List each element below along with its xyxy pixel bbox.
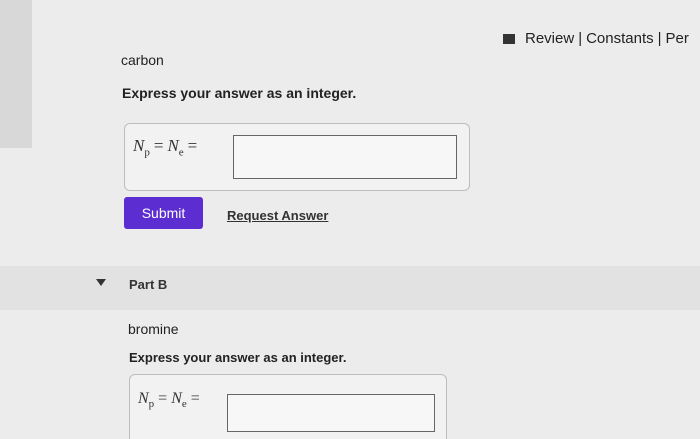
part-b-title[interactable]: Part B — [129, 277, 167, 292]
left-panel-edge — [0, 0, 32, 148]
part-b-answer-input[interactable] — [227, 394, 435, 432]
separator: | — [578, 30, 583, 47]
part-b-prompt: Express your answer as an integer. — [129, 350, 347, 365]
part-a-equation: Np = Ne = — [133, 136, 198, 159]
review-link[interactable]: Review — [525, 30, 574, 47]
constants-link[interactable]: Constants — [586, 30, 654, 47]
caret-down-icon[interactable] — [96, 279, 106, 286]
part-b-element: bromine — [128, 321, 179, 337]
header-links: Review | Constants | Per — [503, 30, 689, 47]
submit-button[interactable]: Submit — [124, 197, 203, 229]
request-answer-link[interactable]: Request Answer — [227, 208, 328, 223]
part-b-equation: Np = Ne = — [138, 390, 200, 411]
book-icon — [503, 34, 515, 45]
part-a-element: carbon — [121, 52, 164, 68]
separator: | — [657, 30, 662, 47]
part-a-answer-box: Np = Ne = — [124, 123, 470, 191]
part-a-prompt: Express your answer as an integer. — [122, 85, 357, 101]
part-b-answer-box: Np = Ne = — [129, 374, 447, 439]
part-b-header[interactable] — [0, 266, 700, 310]
part-a-answer-input[interactable] — [233, 135, 457, 179]
periodic-table-link[interactable]: Per — [666, 30, 689, 47]
